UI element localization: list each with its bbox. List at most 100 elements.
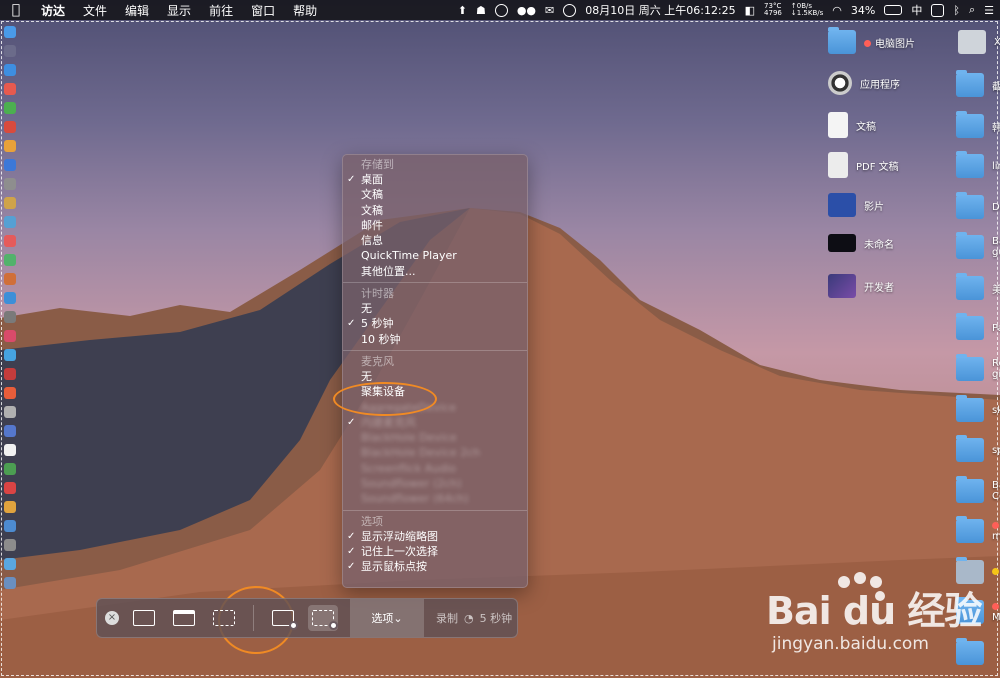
dock-launchpad-icon[interactable] [4, 45, 16, 57]
desktop-item-documents[interactable]: 文稿 [828, 112, 876, 138]
menu-item-messages[interactable]: 信息 [343, 233, 527, 248]
record-entire-screen-button[interactable] [268, 605, 298, 631]
options-button[interactable]: 选项⌄ [350, 599, 424, 637]
dock-finder-icon[interactable] [4, 26, 16, 38]
desktop-item-untitled[interactable]: 未命名 [828, 234, 894, 252]
dock-app-icon[interactable] [4, 463, 16, 475]
menu-view[interactable]: 显示 [158, 2, 200, 19]
dock-app-icon[interactable] [4, 311, 16, 323]
desktop-folder-right[interactable]: Re gi [956, 354, 1000, 381]
menu-item-floating-thumbnail[interactable]: ✓ 显示浮动缩略图 [343, 529, 527, 544]
desktop-folder-right[interactable]: 美 [956, 273, 1000, 300]
dock-app-icon[interactable] [4, 216, 16, 228]
menu-item-mic-blurred[interactable]: AggregateDevice [343, 400, 527, 415]
desktop-folder-right[interactable]: Pa [956, 313, 1000, 340]
dock-app-icon[interactable] [4, 330, 16, 342]
menu-item-timer-5s[interactable]: ✓ 5 秒钟 [343, 316, 527, 331]
dock-app-icon[interactable] [4, 406, 16, 418]
desktop-folder-right[interactable]: sp [956, 435, 1000, 462]
menu-item-mic-blurred[interactable]: ✓ 内建麦克风 [343, 415, 527, 430]
desktop-folder-right[interactable]: Ba Co [956, 476, 1000, 503]
desktop-folder-right[interactable]: 韩 [956, 111, 1000, 138]
capture-selection-button[interactable] [209, 605, 239, 631]
ghost-icon[interactable]: ☗ [476, 4, 486, 17]
menu-item-timer-none[interactable]: 无 [343, 301, 527, 316]
dock-app-icon[interactable] [4, 292, 16, 304]
dock-app-icon[interactable] [4, 387, 16, 399]
menu-item-show-mouse-clicks[interactable]: ✓ 显示鼠标点按 [343, 559, 527, 574]
dock-app-icon[interactable] [4, 577, 16, 589]
datetime-label[interactable]: 08月10日 周六 上午06:12:25 [585, 2, 735, 18]
record-selection-button[interactable] [308, 605, 338, 631]
dock-app-icon[interactable] [4, 197, 16, 209]
input-method-icon[interactable]: 中 [911, 2, 922, 18]
menu-go[interactable]: 前往 [200, 2, 242, 19]
desktop-folder-right[interactable]: sk [956, 395, 1000, 422]
dock-app-icon[interactable] [4, 482, 16, 494]
menu-list-icon[interactable]: ☰ [984, 4, 994, 17]
dock-app-icon[interactable] [4, 539, 16, 551]
menu-item-remember-selection[interactable]: ✓ 记住上一次选择 [343, 544, 527, 559]
desktop-folder-right[interactable]: m [956, 516, 1000, 543]
menu-item-timer-10s[interactable]: 10 秒钟 [343, 332, 527, 347]
desktop-item-movies[interactable]: 影片 [828, 193, 884, 217]
dock-app-icon[interactable] [4, 140, 16, 152]
menu-item-quicktime[interactable]: QuickTime Player [343, 248, 527, 263]
menu-item-documents[interactable]: 文稿 [343, 187, 527, 202]
dock-app-icon[interactable] [4, 425, 16, 437]
desktop-item-pdf-documents[interactable]: PDF 文稿 [828, 152, 899, 178]
desktop-item-developer[interactable]: 开发者 [828, 274, 894, 298]
menu-item-mic-blurred[interactable]: Screenflick Audio [343, 461, 527, 476]
desktop-folder-right[interactable]: Do [956, 192, 1000, 219]
menu-finder[interactable]: 访达 [32, 2, 74, 19]
app-icon[interactable] [931, 3, 945, 17]
compass-icon[interactable] [494, 3, 508, 17]
globe-icon[interactable] [563, 3, 577, 17]
cpu-stats[interactable]: 73°C 4796 [764, 3, 782, 17]
notification-icon[interactable]: ✉ [545, 4, 554, 17]
menu-item-mic-blurred[interactable]: BlackHole Device 2ch [343, 445, 527, 460]
menu-help[interactable]: 帮助 [284, 2, 326, 19]
menu-edit[interactable]: 编辑 [116, 2, 158, 19]
dock-app-icon[interactable] [4, 254, 16, 266]
battery-percent[interactable]: 34% [851, 4, 875, 17]
bluetooth-icon[interactable]: ᛒ [953, 4, 960, 17]
dock-app-icon[interactable] [4, 121, 16, 133]
desktop-folder-right[interactable]: 截 [956, 70, 1000, 97]
dock-app-icon[interactable] [4, 83, 16, 95]
dock-app-icon[interactable] [4, 273, 16, 285]
dock-safari-icon[interactable] [4, 64, 16, 76]
dock-app-icon[interactable] [4, 368, 16, 380]
desktop-folder-right[interactable]: Ba gu [956, 232, 1000, 259]
dock-app-icon[interactable] [4, 159, 16, 171]
menu-item-desktop[interactable]: ✓ 桌面 [343, 172, 527, 187]
app-switcher-icon[interactable]: ◧ [745, 4, 755, 17]
capture-window-button[interactable] [169, 605, 199, 631]
wifi-icon[interactable]: ◠ [832, 4, 842, 17]
dock-app-icon[interactable] [4, 178, 16, 190]
dock-chrome-icon[interactable] [4, 102, 16, 114]
dock-app-icon[interactable] [4, 520, 16, 532]
menu-item-documents-2[interactable]: 文稿 [343, 203, 527, 218]
network-stats[interactable]: ↑0B/s ↓1.5KB/s [791, 3, 823, 17]
dock-app-icon[interactable] [4, 444, 16, 456]
desktop-item-applications[interactable]: 应用程序 [828, 71, 900, 95]
apple-menu-icon[interactable]:  [0, 2, 32, 18]
upload-icon[interactable]: ⬆ [458, 4, 467, 17]
menu-item-aggregate-device[interactable]: 聚集设备 [343, 384, 527, 399]
desktop-item-computer-pictures[interactable]: 电脑图片 [828, 27, 915, 54]
desktop-item-drive[interactable]: X [958, 30, 1000, 54]
dots-icon[interactable]: ●● [517, 4, 536, 17]
capture-entire-screen-button[interactable] [129, 605, 159, 631]
menu-file[interactable]: 文件 [74, 2, 116, 19]
desktop-folder-right[interactable]: lin [956, 151, 1000, 178]
menu-item-mic-blurred[interactable]: BlackHole Device [343, 430, 527, 445]
dock-app-icon[interactable] [4, 235, 16, 247]
menu-item-mic-none[interactable]: 无 [343, 369, 527, 384]
menu-item-mic-blurred[interactable]: Soundflower (2ch) [343, 476, 527, 491]
menu-item-other-location[interactable]: 其他位置... [343, 264, 527, 279]
menu-item-mail[interactable]: 邮件 [343, 218, 527, 233]
search-icon[interactable]: ⌕ [969, 3, 975, 17]
close-icon[interactable]: × [105, 611, 119, 625]
dock-app-icon[interactable] [4, 349, 16, 361]
